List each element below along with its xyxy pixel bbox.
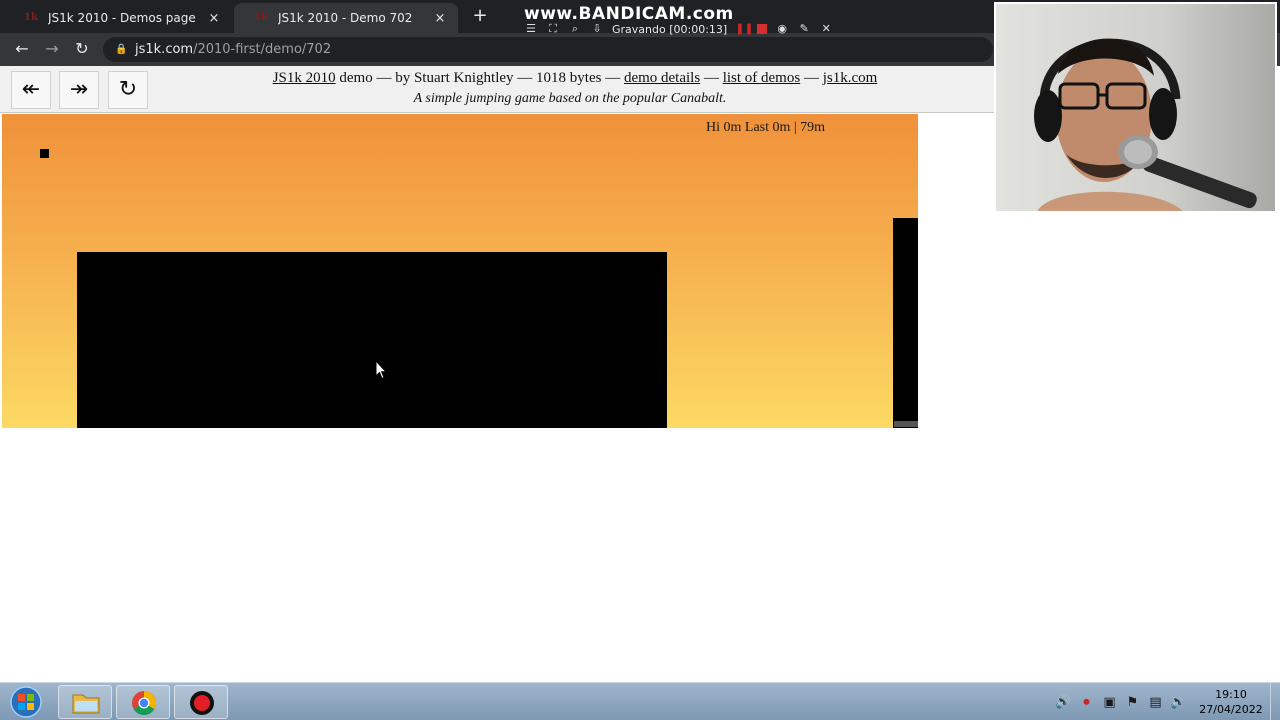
- camera-icon[interactable]: ◉: [775, 22, 789, 36]
- close-icon[interactable]: ×: [432, 11, 448, 26]
- list-of-demos-link[interactable]: list of demos: [723, 70, 801, 86]
- clock-time: 19:10: [1215, 688, 1247, 701]
- score-display: Hi 0m Last 0m | 79m: [706, 120, 826, 135]
- building-platform: [893, 218, 918, 428]
- menu-icon[interactable]: ☰: [524, 22, 538, 36]
- windows-start-icon[interactable]: [6, 685, 46, 719]
- new-tab-button[interactable]: +: [470, 6, 490, 26]
- clock-date: 27/04/2022: [1199, 703, 1263, 716]
- bandicam-overlay: www.BANDICAM.com ☰ ⛶ ⌕ ⇩ Gravando [00:00…: [520, 4, 850, 38]
- download-icon[interactable]: ⇩: [590, 22, 604, 36]
- webcam-overlay: [994, 2, 1277, 213]
- fullscreen-icon[interactable]: ⛶: [546, 22, 560, 36]
- separator: —: [800, 70, 823, 86]
- scrollbar-thumb[interactable]: [894, 421, 918, 427]
- address-bar[interactable]: 🔒 js1k.com /2010-first/demo/702: [103, 37, 993, 62]
- demo-subtitle: A simple jumping game based on the popul…: [413, 91, 727, 106]
- back-arrow-icon[interactable]: ←: [12, 39, 32, 59]
- mouse-cursor-icon: [375, 360, 387, 380]
- url-host: js1k.com: [135, 42, 194, 57]
- close-icon[interactable]: ×: [206, 11, 222, 26]
- js1k-favicon-icon: 1k: [254, 12, 268, 23]
- system-clock[interactable]: 19:10 27/04/2022: [1198, 687, 1264, 717]
- js1k-site-link[interactable]: js1k.com: [823, 70, 878, 86]
- show-desktop-button[interactable]: [1270, 683, 1280, 720]
- close-icon[interactable]: ✕: [819, 22, 833, 36]
- building-platform: [77, 252, 667, 428]
- demo-byline: demo — by Stuart Knightley — 1018 bytes …: [335, 70, 624, 86]
- usb-icon[interactable]: ▣: [1101, 694, 1118, 711]
- recording-status: Gravando [00:00:13]: [612, 22, 728, 36]
- folder-icon: [72, 694, 100, 714]
- system-tray: 🔊 ⏺ ▣ ⚑ ▤ 🔉: [1055, 691, 1187, 713]
- tab-demo-702[interactable]: 1k JS1k 2010 - Demo 702 ×: [234, 3, 458, 33]
- demo-details-link[interactable]: demo details: [624, 70, 700, 86]
- windows-taskbar: 🔊 ⏺ ▣ ⚑ ▤ 🔉 19:10 27/04/2022: [0, 682, 1280, 720]
- bandicam-controls: ☰ ⛶ ⌕ ⇩ Gravando [00:00:13] ❚❚ ◉ ✎ ✕: [524, 21, 844, 37]
- chrome-icon: [132, 691, 157, 716]
- reload-icon[interactable]: ↻: [72, 39, 92, 59]
- previous-demo-button[interactable]: ↞: [11, 71, 51, 109]
- record-icon[interactable]: ⏺: [1078, 694, 1095, 711]
- tab-title: JS1k 2010 - Demos page - A gro: [48, 11, 200, 25]
- pause-icon[interactable]: ❚❚: [735, 22, 753, 36]
- record-icon: [190, 691, 214, 715]
- action-center-flag-icon[interactable]: ⚑: [1124, 694, 1141, 711]
- tab-demos-page[interactable]: 1k JS1k 2010 - Demos page - A gro ×: [4, 3, 232, 33]
- reload-demo-button[interactable]: ↻: [108, 71, 148, 109]
- js1k-header: ↞ ↠ ↻ JS1k 2010 demo — by Stuart Knightl…: [0, 66, 1000, 113]
- file-explorer-taskbar-button[interactable]: [58, 685, 112, 719]
- webcam-person-image: [1034, 38, 1257, 211]
- speaker-icon[interactable]: 🔊: [1055, 694, 1072, 711]
- chrome-taskbar-button[interactable]: [116, 685, 170, 719]
- js1k-2010-link[interactable]: JS1k 2010: [273, 70, 336, 86]
- forward-arrow-icon[interactable]: →: [42, 39, 62, 59]
- network-icon[interactable]: ▤: [1147, 694, 1164, 711]
- stop-icon[interactable]: [757, 24, 768, 34]
- separator: —: [700, 70, 723, 86]
- game-canvas[interactable]: Hi 0m Last 0m | 79m: [2, 114, 918, 428]
- zoom-icon[interactable]: ⌕: [568, 22, 582, 36]
- pencil-icon[interactable]: ✎: [797, 22, 811, 36]
- volume-icon[interactable]: 🔉: [1170, 694, 1187, 711]
- js1k-favicon-icon: 1k: [24, 12, 38, 23]
- next-demo-button[interactable]: ↠: [59, 71, 99, 109]
- demo-headline: JS1k 2010 demo — by Stuart Knightley — 1…: [150, 70, 1000, 87]
- bandicam-taskbar-button[interactable]: [174, 685, 228, 719]
- url-path: /2010-first/demo/702: [193, 42, 332, 57]
- lock-icon: 🔒: [115, 44, 128, 55]
- player-runner: [40, 149, 49, 158]
- tab-title: JS1k 2010 - Demo 702: [278, 11, 413, 25]
